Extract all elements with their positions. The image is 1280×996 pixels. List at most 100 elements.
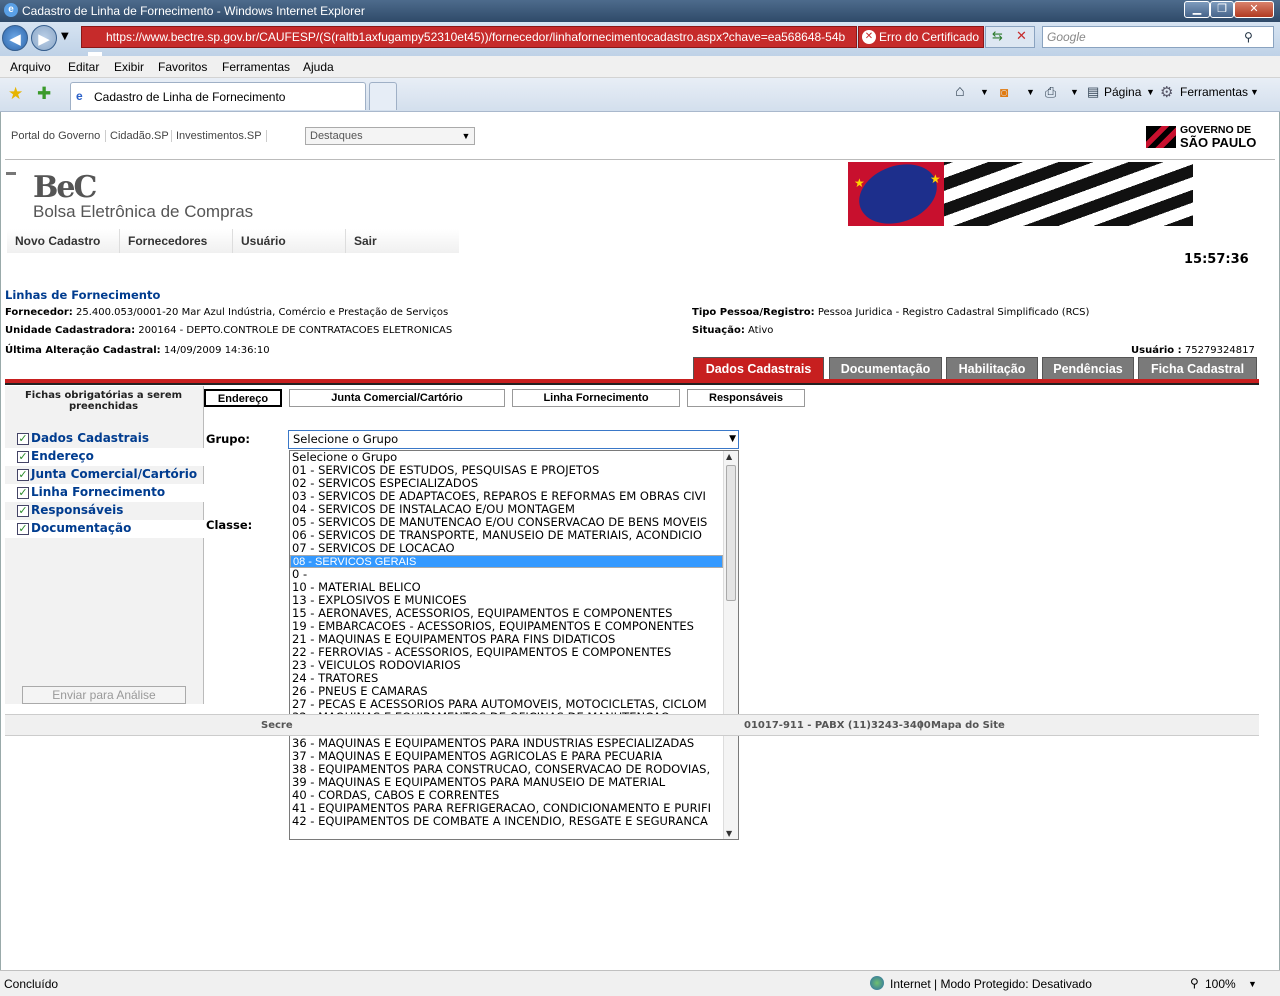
browser-tab-active[interactable]: e Cadastro de Linha de Fornecimento [70, 82, 366, 110]
grupo-option[interactable]: 41 - EQUIPAMENTOS PARA REFRIGERACAO, CON… [290, 802, 723, 815]
footer-map-link[interactable]: Mapa do Site [931, 720, 1005, 731]
page-menu[interactable]: Página [1104, 85, 1141, 99]
grupo-option[interactable]: 24 - TRATORES [290, 672, 723, 685]
grupo-option[interactable]: 36 - MAQUINAS E EQUIPAMENTOS PARA INDUST… [290, 737, 723, 750]
scroll-thumb[interactable] [726, 465, 736, 601]
grupo-option[interactable]: 0 - [290, 568, 723, 581]
page-menu-dropdown-icon[interactable]: ▼ [1146, 87, 1155, 97]
bec-logo[interactable]: BeC [33, 170, 97, 205]
destaques-select[interactable]: Destaques ▼ [305, 127, 475, 145]
tab-title: Cadastro de Linha de Fornecimento [94, 90, 286, 104]
favorites-star-icon[interactable]: ★ [8, 84, 23, 104]
fornecedor-label: Fornecedor: [5, 307, 73, 318]
tools-dropdown-icon[interactable]: ▼ [1250, 87, 1259, 97]
governo-sp-logo[interactable]: GOVERNO DE SÃO PAULO [1146, 124, 1258, 150]
feeds-dropdown-icon[interactable]: ▼ [1026, 87, 1035, 97]
grupo-option[interactable]: 39 - MAQUINAS E EQUIPAMENTOS PARA MANUSE… [290, 776, 723, 789]
grupo-option[interactable]: 27 - PECAS E ACESSORIOS PARA AUTOMOVEIS,… [290, 698, 723, 711]
grupo-option[interactable]: 15 - AERONAVES, ACESSORIOS, EQUIPAMENTOS… [290, 607, 723, 620]
checklist-endereco[interactable]: Endereço [31, 449, 94, 463]
print-dropdown-icon[interactable]: ▼ [1070, 87, 1079, 97]
grupo-option[interactable]: 42 - EQUIPAMENTOS DE COMBATE A INCENDIO,… [290, 815, 723, 828]
nav-sair[interactable]: Sair [346, 229, 459, 253]
search-input[interactable]: Google [1042, 26, 1274, 48]
nav-novo-cadastro[interactable]: Novo Cadastro [7, 229, 120, 253]
minimize-button[interactable]: ▁ [1184, 1, 1210, 18]
nav-usuario[interactable]: Usuário [233, 229, 346, 253]
grupo-option[interactable]: 23 - VEICULOS RODOVIARIOS [290, 659, 723, 672]
grupo-option[interactable]: 02 - SERVICOS ESPECIALIZADOS [290, 477, 723, 490]
enviar-analise-button[interactable]: Enviar para Análise [22, 686, 186, 704]
grupo-option[interactable]: 26 - PNEUS E CAMARAS [290, 685, 723, 698]
scroll-up-icon[interactable]: ▲ [726, 452, 732, 461]
certificate-error-button[interactable]: Erro do Certificado [858, 26, 984, 48]
situacao-label: Situação: [692, 325, 745, 336]
grupo-option[interactable]: 07 - SERVICOS DE LOCACAO [290, 542, 723, 555]
link-investimentos-sp[interactable]: Investimentos.SP [171, 130, 267, 142]
checklist: ✓ Dados Cadastrais ✓ Endereço ✓ Junta Co… [5, 430, 204, 538]
menu-exibir[interactable]: Exibir [114, 60, 144, 74]
grupo-option[interactable]: 37 - MAQUINAS E EQUIPAMENTOS AGRICOLAS E… [290, 750, 723, 763]
grupo-option[interactable]: 04 - SERVICOS DE INSTALACAO E/OU MONTAGE… [290, 503, 723, 516]
checklist-responsaveis[interactable]: Responsáveis [31, 503, 123, 517]
checklist-dados-cadastrais[interactable]: Dados Cadastrais [31, 431, 149, 445]
grupo-option[interactable]: 21 - MAQUINAS E EQUIPAMENTOS PARA FINS D… [290, 633, 723, 646]
tab-dados-cadastrais[interactable]: Dados Cadastrais [693, 357, 824, 379]
grupo-option[interactable]: 10 - MATERIAL BELICO [290, 581, 723, 594]
menu-editar[interactable]: Editar [68, 60, 99, 74]
stop-icon[interactable]: ✕ [1016, 29, 1027, 44]
tools-menu[interactable]: Ferramentas [1180, 85, 1248, 99]
history-dropdown-icon[interactable]: ▼ [61, 31, 69, 42]
home-icon[interactable]: ⌂ [955, 83, 965, 101]
grupo-option[interactable]: 03 - SERVICOS DE ADAPTACOES, REPAROS E R… [290, 490, 723, 503]
grupo-option[interactable]: 13 - EXPLOSIVOS E MUNICOES [290, 594, 723, 607]
nav-fornecedores[interactable]: Fornecedores [120, 229, 233, 253]
menu-ajuda[interactable]: Ajuda [303, 60, 334, 74]
page-content: Portal do Governo Cidadão.SP Investiment… [0, 112, 1280, 970]
forward-button[interactable]: ▶ [31, 25, 57, 51]
checklist-documentacao[interactable]: Documentação [31, 521, 131, 535]
home-dropdown-icon[interactable]: ▼ [980, 87, 989, 97]
checklist-junta-comercial[interactable]: Junta Comercial/Cartório [31, 467, 197, 481]
subtab-endereco[interactable]: Endereço [204, 389, 282, 407]
dropdown-scrollbar[interactable]: ▲ ▼ [723, 451, 738, 839]
refresh-icon[interactable]: ⇆ [992, 29, 1003, 44]
grupo-option[interactable]: 01 - SERVICOS DE ESTUDOS, PESQUISAS E PR… [290, 464, 723, 477]
grupo-option[interactable]: 40 - CORDAS, CABOS E CORRENTES [290, 789, 723, 802]
subtab-linha-fornecimento[interactable]: Linha Fornecimento [512, 389, 680, 407]
tab-documentacao[interactable]: Documentação [829, 357, 942, 379]
zoom-level[interactable]: 100% [1205, 977, 1236, 991]
print-icon[interactable]: ⎙ [1045, 84, 1056, 101]
feeds-icon[interactable]: ◙ [1000, 84, 1008, 100]
security-zone[interactable]: Internet | Modo Protegido: Desativado [890, 977, 1092, 991]
maximize-button[interactable]: ❐ [1210, 1, 1234, 18]
grupo-option[interactable]: Selecione o Grupo [290, 451, 723, 464]
grupo-option[interactable]: 22 - FERROVIAS - ACESSORIOS, EQUIPAMENTO… [290, 646, 723, 659]
grupo-option[interactable]: 05 - SERVICOS DE MANUTENCAO E/OU CONSERV… [290, 516, 723, 529]
scroll-down-icon[interactable]: ▼ [726, 829, 732, 838]
grupo-dropdown-list[interactable]: Selecione o Grupo 01 - SERVICOS DE ESTUDO… [289, 450, 739, 840]
link-portal-governo[interactable]: Portal do Governo [11, 130, 100, 142]
menu-favoritos[interactable]: Favoritos [158, 60, 207, 74]
search-icon[interactable]: ⚲ [1244, 30, 1253, 44]
grupo-option[interactable]: 19 - EMBARCACOES - ACESSORIOS, EQUIPAMEN… [290, 620, 723, 633]
grupo-select[interactable]: Selecione o Grupo ▼ [288, 430, 739, 449]
subtab-junta-comercial[interactable]: Junta Comercial/Cartório [289, 389, 505, 407]
url-field[interactable]: https://www.bectre.sp.gov.br/CAUFESP/(S(… [81, 26, 857, 48]
tab-pendencias[interactable]: Pendências [1042, 357, 1134, 379]
grupo-option[interactable]: 38 - EQUIPAMENTOS PARA CONSTRUCAO, CONSE… [290, 763, 723, 776]
zoom-dropdown-icon[interactable]: ▼ [1248, 979, 1257, 989]
add-favorite-icon[interactable]: ✚ [37, 84, 51, 104]
menu-arquivo[interactable]: Arquivo [10, 60, 51, 74]
grupo-option[interactable]: 06 - SERVICOS DE TRANSPORTE, MANUSEIO DE… [290, 529, 723, 542]
close-window-button[interactable]: ✕ [1234, 1, 1274, 18]
menu-ferramentas[interactable]: Ferramentas [222, 60, 290, 74]
new-tab-button[interactable] [369, 82, 397, 110]
tab-ficha-cadastral[interactable]: Ficha Cadastral [1138, 357, 1257, 379]
checklist-linha-fornecimento[interactable]: Linha Fornecimento [31, 485, 165, 499]
link-cidadao-sp[interactable]: Cidadão.SP [105, 130, 169, 142]
back-button[interactable]: ◀ [2, 25, 28, 51]
tab-habilitacao[interactable]: Habilitação [946, 357, 1038, 379]
subtab-responsaveis[interactable]: Responsáveis [687, 389, 805, 407]
grupo-option[interactable]: 08 - SERVICOS GERAIS [290, 555, 723, 568]
